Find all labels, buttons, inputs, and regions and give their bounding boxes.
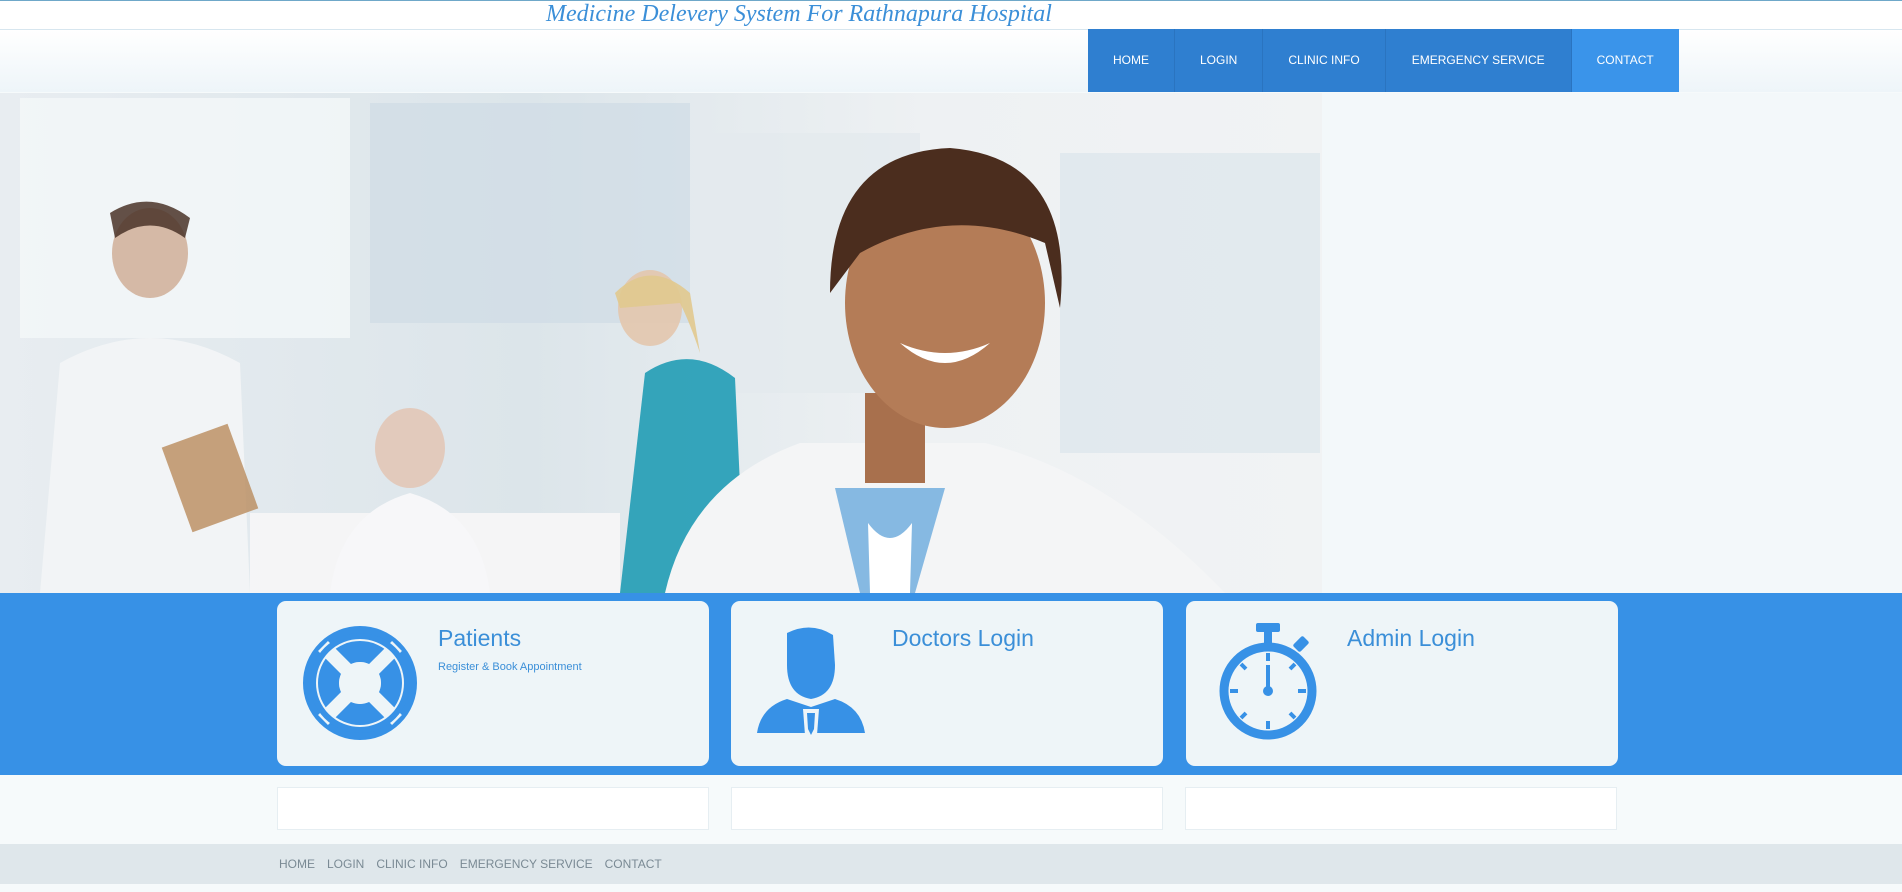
doctors-login-title[interactable]: Doctors Login [892,625,1034,652]
patients-title[interactable]: Patients [438,625,521,652]
footer-link-login[interactable]: LOGIN [327,857,364,871]
footer: HOME LOGIN CLINIC INFO EMERGENCY SERVICE… [0,844,1902,884]
nav-contact[interactable]: CONTACT [1571,29,1679,92]
footer-nav: HOME LOGIN CLINIC INFO EMERGENCY SERVICE… [279,857,674,871]
footer-link-emergency-service[interactable]: EMERGENCY SERVICE [460,857,593,871]
patients-card[interactable]: Patients Register & Book Appointment [277,601,709,766]
admin-login-title[interactable]: Admin Login [1347,625,1475,652]
footer-link-clinic-info[interactable]: CLINIC INFO [376,857,447,871]
hero-illustration [20,98,1320,593]
patients-subtitle[interactable]: Register & Book Appointment [438,661,582,673]
nav-login[interactable]: LOGIN [1175,29,1264,92]
content-box-2 [731,787,1163,830]
site-title: Medicine Delevery System For Rathnapura … [546,1,1052,27]
footer-link-home[interactable]: HOME [279,857,315,871]
stopwatch-icon [1219,623,1317,740]
hero-side-panel [1322,93,1902,593]
admin-login-card[interactable]: Admin Login [1186,601,1618,766]
content-box-1 [277,787,709,830]
nav-emergency-service[interactable]: EMERGENCY SERVICE [1386,29,1572,92]
nav-home[interactable]: HOME [1088,29,1175,92]
doctors-login-card[interactable]: Doctors Login [731,601,1163,766]
main-nav: HOME LOGIN CLINIC INFO EMERGENCY SERVICE… [1088,29,1679,92]
title-bar: Medicine Delevery System For Rathnapura … [0,1,1902,30]
doctor-icon [757,627,865,743]
footer-link-contact[interactable]: CONTACT [605,857,662,871]
content-box-3 [1185,787,1617,830]
lifebuoy-icon [303,626,417,740]
hero-banner-image [0,93,1322,593]
nav-clinic-info[interactable]: CLINIC INFO [1263,29,1386,92]
